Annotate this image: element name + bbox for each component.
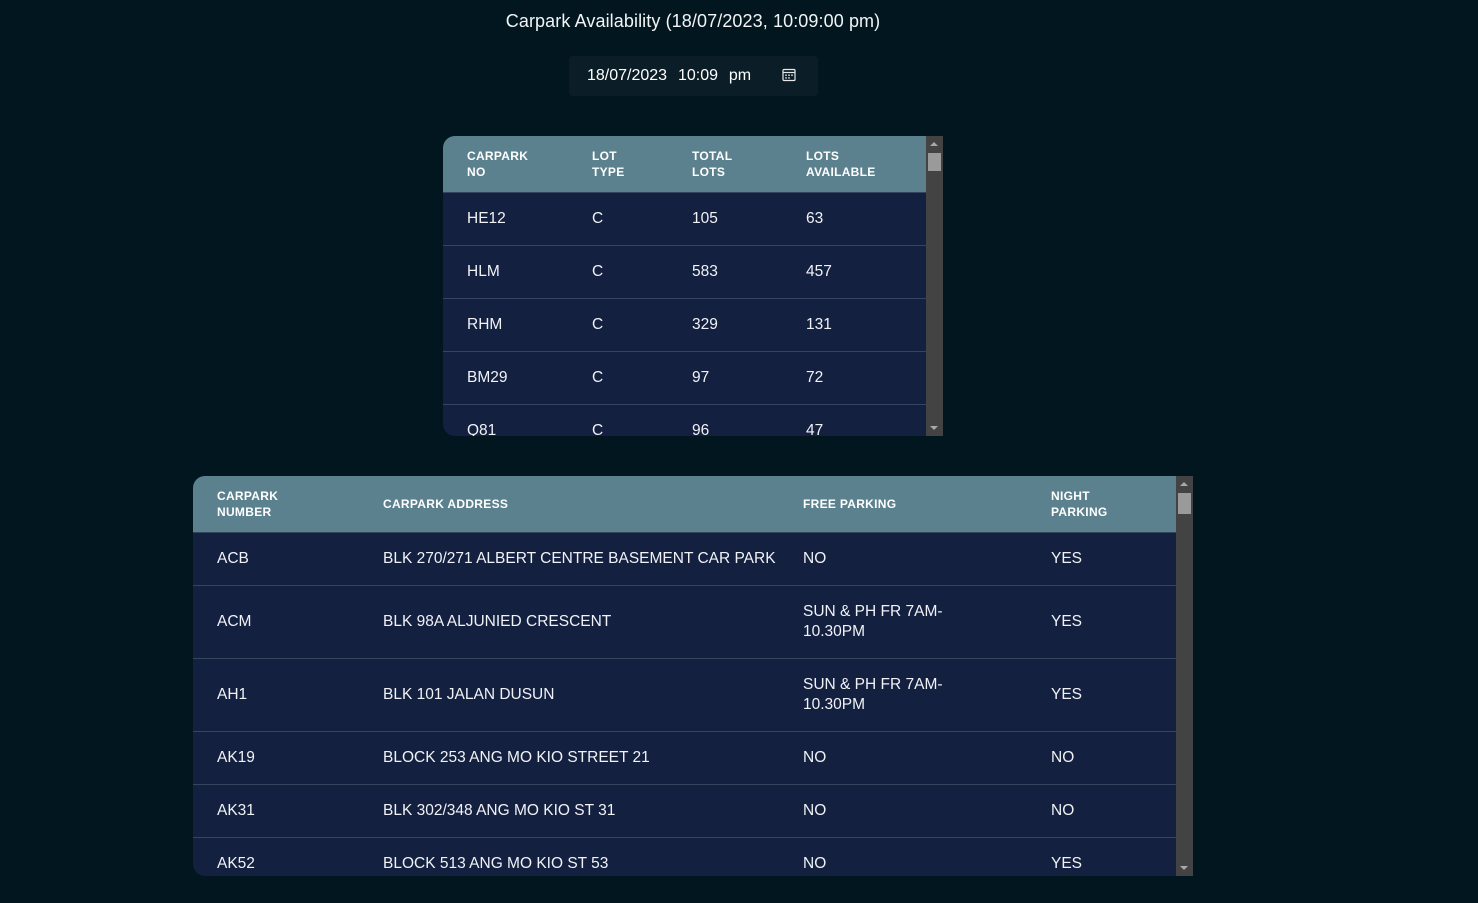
table-row: HLM C 583 457 bbox=[443, 245, 926, 299]
cell-lots-available: 47 bbox=[782, 404, 926, 436]
cell-carpark-address: BLK 98A ALJUNIED CRESCENT bbox=[359, 585, 779, 659]
cell-free-parking: NO bbox=[779, 532, 1027, 586]
availability-table-container[interactable]: CARPARK NO LOT TYPE TOTAL LOTS LOTS AVAI… bbox=[443, 136, 943, 436]
cell-carpark-no: RHM bbox=[443, 298, 568, 352]
header-lots-available-label: LOTS AVAILABLE bbox=[806, 149, 876, 179]
cell-lot-type: C bbox=[568, 192, 668, 246]
cell-total-lots: 583 bbox=[668, 245, 782, 299]
header-carpark-number-label: CARPARK NUMBER bbox=[217, 489, 279, 519]
header-total-lots-label: TOTAL LOTS bbox=[692, 149, 733, 179]
cell-free-parking: NO bbox=[779, 731, 1027, 785]
header-lots-available: LOTS AVAILABLE bbox=[782, 136, 926, 193]
table-row: ACB BLK 270/271 ALBERT CENTRE BASEMENT C… bbox=[193, 532, 1176, 586]
cell-free-parking: NO bbox=[779, 784, 1027, 838]
cell-carpark-number: AH1 bbox=[193, 658, 359, 732]
header-total-lots: TOTAL LOTS bbox=[668, 136, 782, 193]
table-row: Q81 C 96 47 bbox=[443, 404, 926, 436]
cell-carpark-no: HLM bbox=[443, 245, 568, 299]
scroll-down-icon[interactable] bbox=[930, 426, 938, 430]
table-row: HE12 C 105 63 bbox=[443, 192, 926, 246]
info-header-row: CARPARK NUMBER CARPARK ADDRESS FREE PARK… bbox=[193, 476, 1176, 533]
cell-carpark-address: BLK 270/271 ALBERT CENTRE BASEMENT CAR P… bbox=[359, 532, 779, 586]
cell-free-parking: SUN & PH FR 7AM-10.30PM bbox=[779, 585, 1027, 659]
datetime-picker[interactable] bbox=[569, 56, 818, 96]
page-title: Carpark Availability (18/07/2023, 10:09:… bbox=[505, 11, 881, 31]
cell-lot-type: C bbox=[568, 298, 668, 352]
carpark-info-scrollbar[interactable] bbox=[1176, 476, 1193, 876]
cell-total-lots: 105 bbox=[668, 192, 782, 246]
scroll-thumb[interactable] bbox=[928, 153, 941, 171]
scroll-up-icon[interactable] bbox=[930, 142, 938, 146]
cell-carpark-number: AK31 bbox=[193, 784, 359, 838]
scroll-down-icon[interactable] bbox=[1180, 866, 1188, 870]
datetime-input[interactable] bbox=[587, 56, 777, 96]
header-free-parking: FREE PARKING bbox=[779, 476, 1027, 533]
carpark-info-table: CARPARK NUMBER CARPARK ADDRESS FREE PARK… bbox=[193, 476, 1176, 876]
header-carpark-address: CARPARK ADDRESS bbox=[359, 476, 779, 533]
table-row: BM29 C 97 72 bbox=[443, 351, 926, 405]
carpark-info-table-container[interactable]: CARPARK NUMBER CARPARK ADDRESS FREE PARK… bbox=[193, 476, 1193, 876]
cell-carpark-number: ACM bbox=[193, 585, 359, 659]
cell-night-parking: YES bbox=[1027, 532, 1176, 586]
cell-total-lots: 96 bbox=[668, 404, 782, 436]
availability-table: CARPARK NO LOT TYPE TOTAL LOTS LOTS AVAI… bbox=[443, 136, 926, 436]
free-parking-text: NO bbox=[803, 550, 827, 567]
cell-night-parking: YES bbox=[1027, 837, 1176, 876]
header-lot-type: LOT TYPE bbox=[568, 136, 668, 193]
cell-lot-type: C bbox=[568, 351, 668, 405]
scroll-thumb[interactable] bbox=[1178, 493, 1191, 514]
cell-carpark-address: BLK 101 JALAN DUSUN bbox=[359, 658, 779, 732]
cell-lots-available: 457 bbox=[782, 245, 926, 299]
cell-carpark-address: BLOCK 253 ANG MO KIO STREET 21 bbox=[359, 731, 779, 785]
header-lot-type-label: LOT TYPE bbox=[592, 149, 625, 179]
header-carpark-no-label: CARPARK NO bbox=[467, 149, 529, 179]
cell-carpark-no: HE12 bbox=[443, 192, 568, 246]
free-parking-text: SUN & PH FR 7AM-10.30PM bbox=[803, 603, 943, 640]
cell-carpark-number: AK19 bbox=[193, 731, 359, 785]
table-row: AK52 BLOCK 513 ANG MO KIO ST 53 NO YES bbox=[193, 837, 1176, 876]
cell-carpark-address: BLK 302/348 ANG MO KIO ST 31 bbox=[359, 784, 779, 838]
cell-carpark-address: BLOCK 513 ANG MO KIO ST 53 bbox=[359, 837, 779, 876]
scroll-up-icon[interactable] bbox=[1180, 482, 1188, 486]
cell-lots-available: 72 bbox=[782, 351, 926, 405]
header-night-parking-label: NIGHT PARKING bbox=[1051, 489, 1108, 519]
availability-table-viewport: CARPARK NO LOT TYPE TOTAL LOTS LOTS AVAI… bbox=[443, 136, 926, 436]
table-row: AK31 BLK 302/348 ANG MO KIO ST 31 NO NO bbox=[193, 784, 1176, 838]
cell-free-parking: NO bbox=[779, 837, 1027, 876]
cell-night-parking: YES bbox=[1027, 585, 1176, 659]
cell-night-parking: YES bbox=[1027, 658, 1176, 732]
cell-total-lots: 97 bbox=[668, 351, 782, 405]
cell-carpark-no: BM29 bbox=[443, 351, 568, 405]
header-free-parking-label: FREE PARKING bbox=[803, 497, 897, 511]
cell-free-parking: SUN & PH FR 7AM-10.30PM bbox=[779, 658, 1027, 732]
free-parking-text: NO bbox=[803, 802, 827, 819]
header-carpark-no: CARPARK NO bbox=[443, 136, 568, 193]
header-carpark-address-label: CARPARK ADDRESS bbox=[383, 497, 509, 511]
cell-carpark-number: AK52 bbox=[193, 837, 359, 876]
cell-lot-type: C bbox=[568, 245, 668, 299]
table-row: AK19 BLOCK 253 ANG MO KIO STREET 21 NO N… bbox=[193, 731, 1176, 785]
cell-lots-available: 131 bbox=[782, 298, 926, 352]
cell-carpark-number: ACB bbox=[193, 532, 359, 586]
table-row: AH1 BLK 101 JALAN DUSUN SUN & PH FR 7AM-… bbox=[193, 658, 1176, 732]
header-night-parking: NIGHT PARKING bbox=[1027, 476, 1176, 533]
free-parking-text: SUN & PH FR 7AM-10.30PM bbox=[803, 676, 943, 713]
table-row: RHM C 329 131 bbox=[443, 298, 926, 352]
cell-total-lots: 329 bbox=[668, 298, 782, 352]
page: Carpark Availability (18/07/2023, 10:09:… bbox=[0, 0, 1478, 903]
carpark-info-table-viewport: CARPARK NUMBER CARPARK ADDRESS FREE PARK… bbox=[193, 476, 1176, 876]
cell-lots-available: 63 bbox=[782, 192, 926, 246]
free-parking-text: NO bbox=[803, 855, 827, 872]
calendar-icon[interactable] bbox=[782, 68, 796, 82]
availability-header-row: CARPARK NO LOT TYPE TOTAL LOTS LOTS AVAI… bbox=[443, 136, 926, 193]
cell-carpark-no: Q81 bbox=[443, 404, 568, 436]
cell-night-parking: NO bbox=[1027, 731, 1176, 785]
cell-lot-type: C bbox=[568, 404, 668, 436]
cell-night-parking: NO bbox=[1027, 784, 1176, 838]
free-parking-text: NO bbox=[803, 749, 827, 766]
header-carpark-number: CARPARK NUMBER bbox=[193, 476, 359, 533]
availability-scrollbar[interactable] bbox=[926, 136, 943, 436]
table-row: ACM BLK 98A ALJUNIED CRESCENT SUN & PH F… bbox=[193, 585, 1176, 659]
